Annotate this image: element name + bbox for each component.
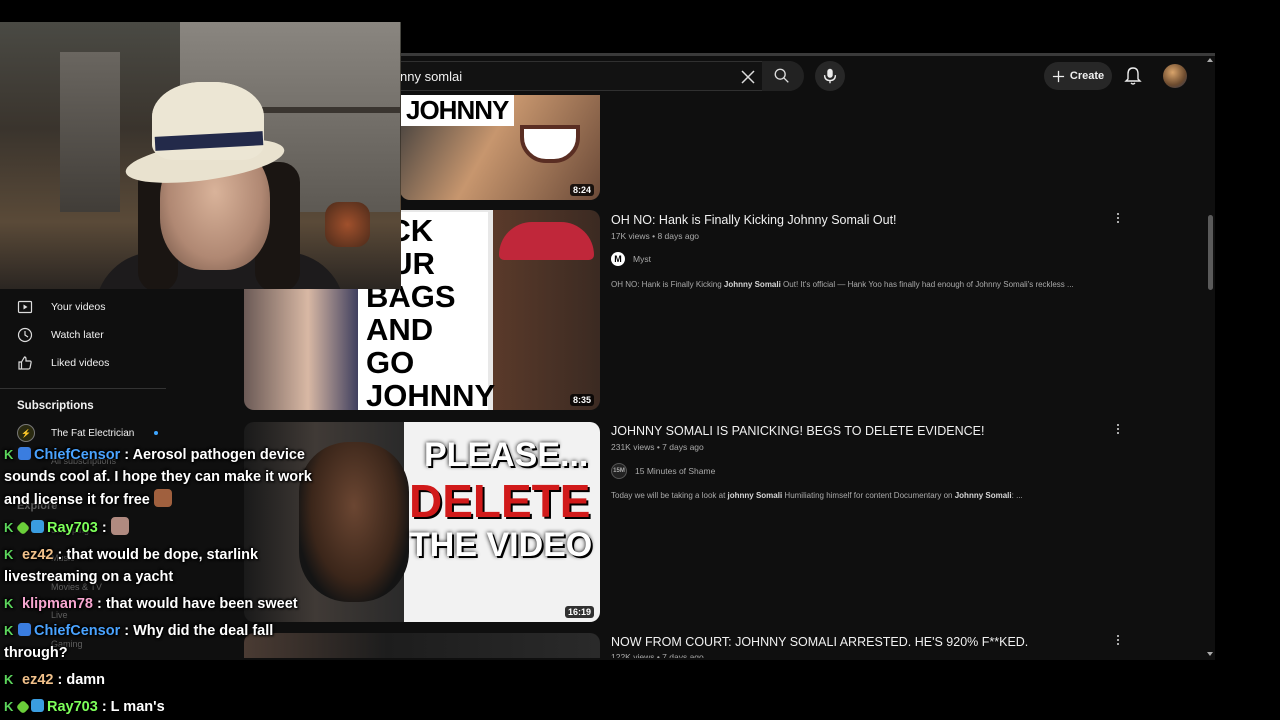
video-description: OH NO: Hank is Finally Kicking Johnny So… <box>611 280 1074 289</box>
duration-badge: 8:35 <box>569 394 594 406</box>
chat-text: : that would have been sweet <box>96 596 298 612</box>
search-input[interactable]: nny somlai <box>400 69 462 84</box>
close-icon[interactable] <box>738 67 758 87</box>
create-button[interactable]: Create <box>1044 62 1112 90</box>
scroll-down-arrow[interactable] <box>1207 652 1213 656</box>
emote-icon <box>153 489 172 507</box>
chat-message: K ChiefCensor : Aerosol pathogen device <box>4 443 305 467</box>
voice-search-button[interactable] <box>815 61 845 91</box>
account-avatar[interactable] <box>1163 64 1187 88</box>
chat-username: Ray703 <box>47 520 98 536</box>
emote-icon <box>110 517 129 535</box>
thumbnail-text: PLEASE... <box>424 436 589 474</box>
subscription-item[interactable]: ⚡ The Fat Electrician <box>17 424 159 442</box>
chat-username: Ray703 <box>47 699 98 715</box>
chat-username: klipman78 <box>22 596 93 612</box>
chat-message: K Ray703 : <box>4 516 129 540</box>
chat-message-continued: through? <box>4 645 68 661</box>
video-thumbnail[interactable]: JOHNNY 8:24 <box>400 95 600 200</box>
sidebar-divider <box>0 388 166 389</box>
search-button[interactable] <box>762 61 804 91</box>
thumbnail-text: THE VIDEO <box>409 526 593 564</box>
chat-badge-icon <box>18 447 31 460</box>
chat-badge-icon: K <box>4 447 14 462</box>
create-label: Create <box>1069 70 1105 82</box>
live-indicator <box>154 431 159 435</box>
search-icon <box>774 68 789 83</box>
more-options-icon[interactable] <box>1116 211 1120 225</box>
lightning-bolt-icon: ⚡ <box>17 424 35 442</box>
thumbnail-image <box>299 442 409 602</box>
sidebar-item-label: Your videos <box>51 301 106 313</box>
channel-name: Myst <box>633 254 651 264</box>
subscriptions-heading: Subscriptions <box>17 400 94 412</box>
channel-link[interactable]: M Myst <box>611 252 651 266</box>
subscription-label: The Fat Electrician <box>51 427 135 439</box>
thumbs-up-icon <box>18 356 32 370</box>
video-title[interactable]: JOHNNY SOMALI IS PANICKING! BEGS TO DELE… <box>611 424 984 438</box>
play-square-icon <box>17 300 33 314</box>
bell-icon[interactable] <box>1124 66 1142 86</box>
chat-message: K ez42 : that would be dope, starlink <box>4 543 258 567</box>
chat-text: : Aerosol pathogen device <box>124 447 305 463</box>
clock-icon <box>17 327 33 343</box>
chat-text: : Why did the deal fall <box>124 623 274 639</box>
sidebar-item-watch-later[interactable]: Watch later <box>17 325 104 345</box>
channel-name: 15 Minutes of Shame <box>635 466 716 476</box>
sidebar-item-liked-videos[interactable]: Liked videos <box>17 353 109 373</box>
thumbnail-text: DELETE <box>409 475 591 527</box>
video-meta: 122K views • 7 days ago <box>611 652 704 658</box>
chat-message: K Ray703 : L man's <box>4 695 165 719</box>
thumbnail-image <box>499 222 594 260</box>
more-options-icon[interactable] <box>1116 633 1120 647</box>
channel-link[interactable]: 15M 15 Minutes of Shame <box>611 463 715 479</box>
thumbnail-image <box>520 125 580 163</box>
chat-message: K ChiefCensor : Why did the deal fall <box>4 619 273 643</box>
chat-badge-icon <box>15 699 31 715</box>
chat-message-continued: livestreaming on a yacht <box>4 569 174 585</box>
sidebar-item-your-videos[interactable]: Your videos <box>17 297 105 317</box>
video-meta: 231K views • 7 days ago <box>611 442 704 452</box>
search-box[interactable]: nny somlai <box>385 61 803 91</box>
duration-badge: 16:19 <box>564 606 594 618</box>
channel-logo: M <box>611 252 625 266</box>
duration-badge: 8:24 <box>569 184 594 196</box>
chat-username: ez42 <box>22 547 54 563</box>
chat-badge-icon: K <box>4 547 14 562</box>
channel-logo: 15M <box>611 463 627 479</box>
video-thumbnail[interactable] <box>244 633 600 658</box>
scroll-up-arrow[interactable] <box>1207 58 1213 62</box>
video-title[interactable]: OH NO: Hank is Finally Kicking Johnny So… <box>611 213 897 227</box>
chat-message-continued: and license it for free <box>4 489 172 512</box>
chat-text: : damn <box>57 672 106 688</box>
chat-message: K ez42 : damn <box>4 668 105 692</box>
chat-badge-icon: K <box>4 672 14 687</box>
video-description: Today we will be taking a look at johnny… <box>611 491 1023 500</box>
chat-badge-icon <box>18 623 31 636</box>
chat-text: : L man's <box>101 699 165 715</box>
webcam-overlay <box>0 22 401 289</box>
more-options-icon[interactable] <box>1116 422 1120 436</box>
window-border <box>400 53 1215 56</box>
sidebar-item-label: Watch later <box>51 329 104 341</box>
thumbnail-text: JOHNNY <box>400 95 515 126</box>
video-meta: 17K views • 8 days ago <box>611 231 700 241</box>
sidebar-item-label: Liked videos <box>51 357 110 369</box>
video-title[interactable]: NOW FROM COURT: JOHNNY SOMALI ARRESTED. … <box>611 635 1028 649</box>
microphone-icon <box>823 68 837 84</box>
chat-message-continued: sounds cool af. I hope they can make it … <box>4 469 312 485</box>
chat-badge-icon <box>31 699 44 712</box>
chat-text: : that would be dope, starlink <box>57 547 259 563</box>
chat-message: K klipman78 : that would have been sweet <box>4 592 298 616</box>
scrollbar-thumb[interactable] <box>1208 215 1213 290</box>
chat-badge-icon: K <box>4 623 14 638</box>
chat-username: ChiefCensor <box>34 447 121 463</box>
plus-icon <box>1052 70 1064 82</box>
chat-badge-icon <box>15 520 31 536</box>
chat-text: : <box>101 520 107 536</box>
chat-badge-icon: K <box>4 596 14 611</box>
chat-username: ChiefCensor <box>34 623 121 639</box>
chat-username: ez42 <box>22 672 54 688</box>
chat-badge-icon <box>31 520 44 533</box>
